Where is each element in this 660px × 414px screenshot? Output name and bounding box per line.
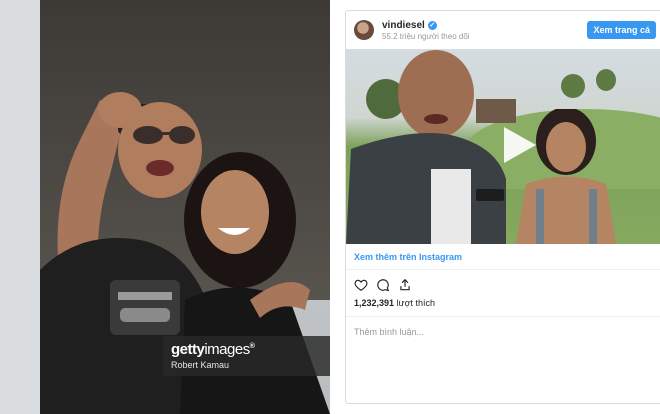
likes-number: 1,232,391	[354, 298, 395, 308]
heart-icon[interactable]	[354, 278, 368, 292]
embed-header: vindiesel ✓ 55.2 triệu người theo dõi Xe…	[346, 11, 660, 49]
comment-icon[interactable]	[376, 278, 390, 292]
video-player[interactable]	[346, 49, 660, 244]
photo-credit: Robert Kamau	[171, 360, 230, 370]
share-icon[interactable]	[398, 278, 412, 292]
likes-label: lượt thích	[396, 298, 436, 308]
video-man	[346, 50, 506, 244]
see-more-on-instagram-link[interactable]: Xem thêm trên Instagram	[346, 244, 660, 270]
username-row: vindiesel ✓	[382, 20, 587, 31]
username-link[interactable]: vindiesel	[382, 20, 425, 31]
verified-badge-icon: ✓	[427, 20, 437, 30]
tree	[561, 74, 585, 98]
action-bar	[346, 270, 660, 294]
page: gettyimages® Robert Kamau vindiesel ✓ 55…	[0, 0, 660, 414]
instagram-embed: vindiesel ✓ 55.2 triệu người theo dõi Xe…	[345, 10, 660, 404]
user-block: vindiesel ✓ 55.2 triệu người theo dõi	[382, 20, 587, 41]
view-profile-button[interactable]: Xem trang cá	[587, 21, 656, 39]
likes-count: 1,232,391 lượt thích	[346, 294, 660, 317]
getty-watermark: gettyimages® Robert Kamau	[163, 336, 330, 376]
getty-logo-bold: getty	[171, 341, 205, 358]
getty-logo-regular: images	[204, 341, 250, 358]
press-photo: gettyimages® Robert Kamau	[0, 0, 330, 414]
getty-logo-trademark: ®	[249, 343, 255, 350]
add-comment-input[interactable]: Thêm bình luận...	[346, 317, 660, 347]
avatar[interactable]	[354, 20, 374, 40]
followers-count: 55.2 triệu người theo dõi	[382, 31, 470, 41]
play-icon[interactable]	[504, 127, 536, 163]
getty-logo: gettyimages®	[171, 341, 322, 358]
tree	[596, 69, 616, 91]
